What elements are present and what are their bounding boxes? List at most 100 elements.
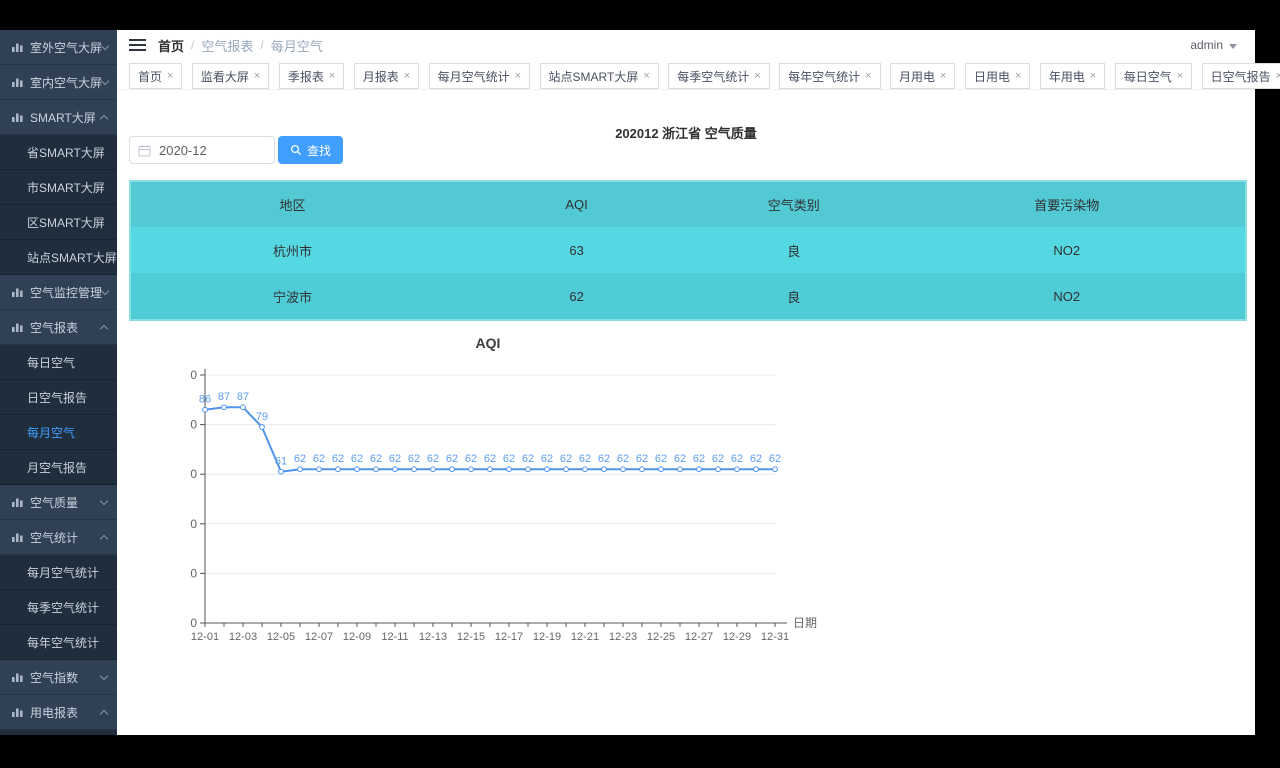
close-icon[interactable]: × [1015, 70, 1021, 82]
tab-monthly-air-stats[interactable]: 每月空气统计 × [428, 63, 531, 89]
table-row: 宁波市 62 良 NO2 [131, 273, 1245, 319]
aqi-line-chart: 0 20 40 60 80 100 12-01 12-03 12-05 12-07 12-09 12-… [177, 360, 850, 660]
sidebar-item-label: 每月空气 [27, 425, 76, 440]
month-input[interactable] [157, 141, 261, 159]
bar-chart-icon [11, 671, 24, 683]
sidebar-item-quarterly-air-stats[interactable]: 每季空气统计 [0, 590, 117, 625]
tab-month-report[interactable]: 月报表 × [353, 63, 420, 89]
tab-yearly-air-stats[interactable]: 每年空气统计 × [779, 63, 881, 89]
svg-text:62: 62 [541, 453, 553, 465]
svg-text:12-15: 12-15 [457, 631, 485, 643]
sidebar-item-city-smart-screen[interactable]: 市SMART大屏 [0, 170, 117, 205]
sidebar-item-label: 空气统计 [30, 530, 79, 545]
tab-quarterly-air-stats[interactable]: 每季空气统计 × [668, 63, 770, 89]
breadcrumb-current: 每月空气 [270, 38, 323, 54]
search-button[interactable]: 查找 [278, 136, 344, 164]
breadcrumb-air-reports[interactable]: 空气报表 [201, 36, 253, 55]
app-window: 室外空气大屏 室内空气大屏 SMART大屏 省SMART大屏 市SMART大屏 … [0, 30, 1280, 735]
sidebar-item-air-monitor-mgmt[interactable]: 空气监控管理 [0, 275, 117, 310]
bar-chart-icon [11, 706, 24, 718]
sidebar-item-monthly-air[interactable]: 每月空气 [0, 415, 117, 450]
sidebar-item-outdoor-air-screen[interactable]: 室外空气大屏 [0, 30, 117, 65]
svg-text:12-17: 12-17 [495, 631, 523, 643]
svg-text:62: 62 [446, 453, 458, 465]
svg-text:12-03: 12-03 [229, 631, 257, 643]
tab-yearly-power[interactable]: 年用电 × [1039, 63, 1106, 89]
sidebar-item-air-quality[interactable]: 空气质量 [0, 485, 117, 520]
cell-aqi: 63 [569, 242, 584, 258]
sidebar-item-district-smart-screen[interactable]: 区SMART大屏 [0, 205, 117, 240]
sidebar-item-smart-screen[interactable]: SMART大屏 [0, 100, 117, 135]
close-icon[interactable]: × [404, 70, 410, 82]
sidebar-item-daily-power[interactable]: 日用电 [0, 730, 117, 735]
tab-daily-air[interactable]: 每日空气 × [1114, 63, 1193, 89]
svg-text:60: 60 [190, 467, 197, 481]
sidebar-item-monthly-air-report[interactable]: 月空气报告 [0, 450, 117, 485]
tab-daily-air-report[interactable]: 日空气报告 × [1201, 63, 1280, 89]
close-icon[interactable]: × [167, 70, 173, 82]
svg-text:62: 62 [294, 453, 306, 465]
svg-text:12-27: 12-27 [685, 631, 713, 643]
close-icon[interactable]: × [515, 70, 521, 82]
bar-chart-icon [11, 496, 24, 508]
close-icon[interactable]: × [754, 70, 760, 82]
breadcrumb-home[interactable]: 首页 [158, 36, 184, 55]
date-picker[interactable] [129, 136, 275, 164]
tab-monthly-power[interactable]: 月用电 × [890, 63, 956, 89]
chevron-down-icon [100, 286, 110, 295]
chevron-up-icon [99, 709, 109, 718]
close-icon[interactable]: × [643, 70, 649, 82]
tab-monitor-screen[interactable]: 监看大屏 × [191, 63, 270, 89]
sidebar-item-label: 日空气报告 [27, 390, 88, 405]
sidebar-item-air-index[interactable]: 空气指数 [0, 660, 117, 695]
sidebar-item-label: 空气报表 [30, 320, 79, 335]
sidebar-item-indoor-air-screen[interactable]: 室内空气大屏 [0, 65, 117, 100]
close-icon[interactable]: × [940, 70, 946, 82]
tab-quarter-report[interactable]: 季报表 × [278, 63, 345, 89]
svg-text:40: 40 [190, 517, 197, 531]
sidebar-item-yearly-air-stats[interactable]: 每年空气统计 [0, 625, 117, 660]
sidebar-item-province-smart-screen[interactable]: 省SMART大屏 [0, 135, 117, 170]
sidebar-item-power-reports[interactable]: 用电报表 [0, 695, 117, 730]
chevron-down-icon [1229, 43, 1237, 49]
svg-text:62: 62 [674, 453, 686, 465]
sidebar-item-label: 站点SMART大屏 [27, 250, 117, 265]
close-icon[interactable]: × [865, 70, 871, 82]
svg-text:12-29: 12-29 [723, 631, 751, 643]
close-icon[interactable]: × [329, 70, 335, 82]
chevron-up-icon [99, 114, 109, 123]
sidebar-item-daily-air[interactable]: 每日空气 [0, 345, 117, 380]
search-icon [290, 144, 302, 156]
breadcrumb: 首页 / 空气报表 / 每月空气 [158, 36, 323, 55]
svg-text:80: 80 [190, 418, 197, 432]
close-icon[interactable]: × [1177, 70, 1183, 82]
user-menu[interactable]: admin [1190, 38, 1237, 52]
tab-home[interactable]: 首页 × [129, 63, 183, 89]
column-header-region: 地区 [279, 198, 306, 213]
svg-text:日期: 日期 [793, 616, 817, 630]
sidebar-item-monthly-air-stats[interactable]: 每月空气统计 [0, 555, 117, 590]
sidebar-item-label: 室内空气大屏 [30, 75, 103, 90]
tab-daily-power[interactable]: 日用电 × [964, 63, 1031, 89]
sidebar-item-station-smart-screen[interactable]: 站点SMART大屏 [0, 240, 117, 275]
calendar-icon [138, 144, 151, 157]
svg-text:87: 87 [218, 391, 230, 403]
hamburger-menu-icon[interactable] [129, 36, 146, 54]
svg-text:79: 79 [256, 411, 268, 423]
chevron-up-icon [99, 324, 109, 333]
close-icon[interactable]: × [254, 70, 260, 82]
close-icon[interactable]: × [1276, 70, 1280, 82]
chevron-down-icon [99, 671, 109, 680]
svg-text:12-21: 12-21 [571, 631, 599, 643]
svg-text:62: 62 [750, 453, 762, 465]
column-header-aqi: AQI [565, 197, 588, 212]
close-icon[interactable]: × [1090, 70, 1096, 82]
sidebar-item-air-statistics[interactable]: 空气统计 [0, 520, 117, 555]
chevron-down-icon [99, 496, 109, 505]
svg-text:12-19: 12-19 [533, 631, 561, 643]
svg-text:62: 62 [769, 453, 781, 465]
cell-region: 宁波市 [273, 289, 313, 305]
sidebar-item-daily-air-report[interactable]: 日空气报告 [0, 380, 117, 415]
tab-station-smart-screen[interactable]: 站点SMART大屏 × [539, 63, 659, 89]
sidebar-item-air-reports[interactable]: 空气报表 [0, 310, 117, 345]
